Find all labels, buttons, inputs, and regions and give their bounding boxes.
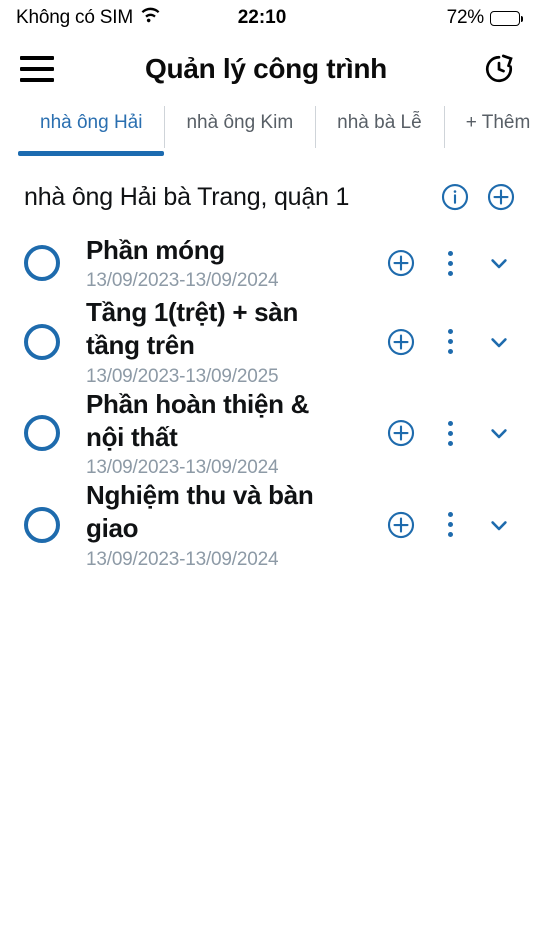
chevron-down-icon[interactable]	[482, 508, 516, 542]
task-date-range: 13/09/2023-13/09/2024	[86, 548, 279, 570]
add-circle-icon[interactable]	[384, 325, 418, 359]
task-actions	[384, 325, 516, 359]
status-bar-right: 72%	[292, 7, 524, 29]
history-restore-icon[interactable]	[482, 52, 516, 86]
battery-icon	[490, 10, 524, 26]
task-title: Nghiệm thu và bàn giao	[86, 480, 314, 544]
chevron-down-icon[interactable]	[482, 416, 516, 450]
wifi-icon	[140, 7, 161, 29]
task-content: Phần móng 13/09/2023-13/09/2024	[86, 234, 384, 292]
info-circle-icon[interactable]	[440, 182, 470, 212]
tab-nha-ba-le[interactable]: nhà bà Lễ	[315, 102, 444, 164]
carrier-label: Không có SIM	[16, 7, 133, 28]
project-tab-strip[interactable]: nhà ông Hải nhà ông Kim nhà bà Lễ + Thêm…	[0, 102, 534, 164]
table-row[interactable]: Phần hoàn thiện & nội thất 13/09/2023-13…	[0, 388, 534, 480]
battery-percent-label: 72%	[446, 7, 485, 28]
tab-label: nhà ông Kim	[186, 112, 294, 133]
task-actions	[384, 508, 516, 542]
add-circle-icon[interactable]	[384, 416, 418, 450]
project-name-label: nhà ông Hải bà Trang, quận 1	[24, 182, 350, 211]
tab-label: nhà ông Hải	[40, 112, 143, 133]
task-date-range: 13/09/2023-13/09/2025	[86, 365, 279, 387]
circle-unchecked-icon[interactable]	[24, 415, 60, 452]
page-title: Quản lý công trình	[145, 53, 387, 84]
status-bar: Không có SIM 22:10 72%	[0, 0, 534, 36]
add-circle-icon[interactable]	[384, 508, 418, 542]
active-tab-indicator	[18, 151, 165, 156]
task-date-range: 13/09/2023-13/09/2024	[86, 270, 279, 292]
more-vertical-icon[interactable]	[436, 416, 464, 450]
circle-unchecked-icon[interactable]	[24, 323, 60, 360]
add-circle-icon[interactable]	[384, 246, 418, 280]
task-content: Tầng 1(trệt) + sàn tầng trên 13/09/2023-…	[86, 296, 384, 388]
more-vertical-icon[interactable]	[436, 325, 464, 359]
project-header-actions	[440, 182, 516, 212]
project-header: nhà ông Hải bà Trang, quận 1	[0, 164, 534, 230]
circle-unchecked-icon[interactable]	[24, 506, 60, 543]
chevron-down-icon[interactable]	[482, 246, 516, 280]
task-list: Phần móng 13/09/2023-13/09/2024 Tầng 1(t…	[0, 230, 534, 950]
task-title: Tầng 1(trệt) + sàn tầng trên	[86, 297, 299, 361]
app-bar: Quản lý công trình	[0, 36, 534, 102]
hamburger-menu-icon[interactable]	[20, 56, 54, 82]
tab-label: nhà bà Lễ	[337, 112, 422, 133]
table-row[interactable]: Nghiệm thu và bàn giao 13/09/2023-13/09/…	[0, 479, 534, 571]
task-date-range: 13/09/2023-13/09/2024	[86, 457, 279, 479]
task-actions	[384, 416, 516, 450]
table-row[interactable]: Tầng 1(trệt) + sàn tầng trên 13/09/2023-…	[0, 296, 534, 388]
task-title: Phần hoàn thiện & nội thất	[86, 388, 310, 452]
tab-label: + Thêm công trình	[465, 112, 534, 133]
app-screen: Không có SIM 22:10 72% Quản lý công trìn…	[0, 0, 534, 950]
more-vertical-icon[interactable]	[436, 246, 464, 280]
task-title: Phần móng	[86, 234, 225, 265]
circle-unchecked-icon[interactable]	[24, 245, 60, 281]
status-bar-left: Không có SIM	[16, 7, 244, 29]
task-actions	[384, 246, 516, 280]
tab-nha-ong-hai[interactable]: nhà ông Hải	[18, 102, 165, 164]
add-circle-icon[interactable]	[486, 182, 516, 212]
tab-add-project[interactable]: + Thêm công trình	[443, 102, 534, 164]
task-content: Nghiệm thu và bàn giao 13/09/2023-13/09/…	[86, 479, 384, 571]
tab-nha-ong-kim[interactable]: nhà ông Kim	[164, 102, 315, 164]
table-row[interactable]: Phần móng 13/09/2023-13/09/2024	[0, 230, 534, 296]
more-vertical-icon[interactable]	[436, 508, 464, 542]
clock-label: 22:10	[237, 7, 287, 28]
chevron-down-icon[interactable]	[482, 325, 516, 359]
task-content: Phần hoàn thiện & nội thất 13/09/2023-13…	[86, 388, 384, 480]
